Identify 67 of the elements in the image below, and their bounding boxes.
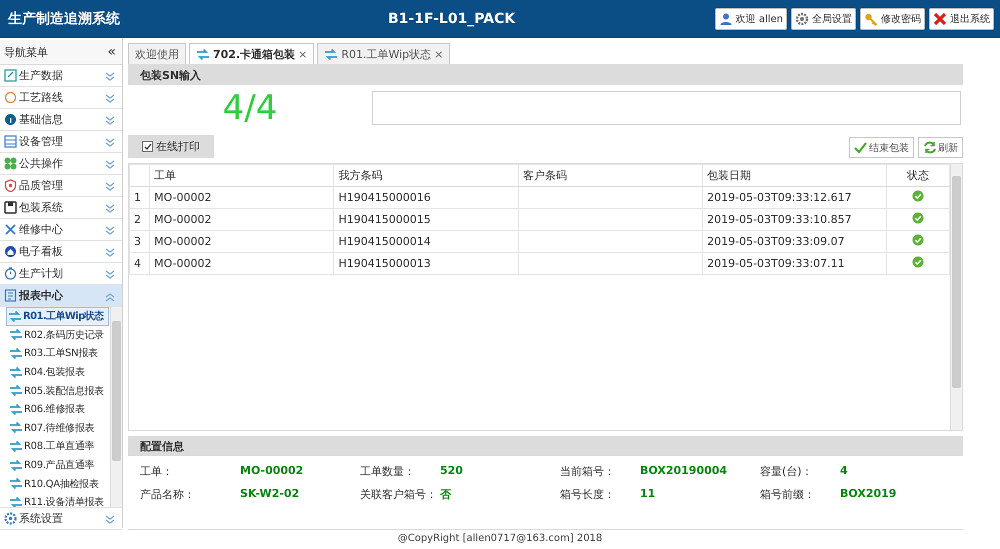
field-value: 520 <box>440 464 464 479</box>
field-value: SK-W2-02 <box>240 487 300 502</box>
panel-header: 包装SN输入 <box>128 65 963 85</box>
table-cell: 2019-05-03T09:33:12.617 <box>702 186 887 208</box>
submenu-item[interactable]: R05.装配信息报表 <box>6 381 109 400</box>
packed-count: 4/4 <box>222 88 278 128</box>
table-cell: 2019-05-03T09:33:07.11 <box>702 252 887 274</box>
field-label: 产品名称： <box>140 487 196 502</box>
row-number: 2 <box>130 208 150 230</box>
field-value: BOX20190004 <box>640 464 728 479</box>
table-cell: H190415000014 <box>334 230 518 252</box>
row-number: 4 <box>130 252 150 274</box>
collapse-sidebar-button[interactable]: « <box>107 44 116 60</box>
submenu-item[interactable]: R07.待维修报表 <box>6 418 109 438</box>
field-label: 箱号前缀： <box>760 487 816 502</box>
table-cell: H190415000013 <box>334 252 518 274</box>
password-button[interactable]: 修改密码 <box>860 8 925 30</box>
field-label: 容量(台)： <box>760 464 814 479</box>
table-cell: 2019-05-03T09:33:09.07 <box>702 230 887 252</box>
row-number: 1 <box>130 186 150 208</box>
column-header: 状态 <box>886 164 950 186</box>
user-button[interactable]: 欢迎 allen <box>714 8 787 30</box>
table-cell: MO-00002 <box>150 208 334 230</box>
field-value: BOX2019 <box>840 487 898 502</box>
tab[interactable]: R01.工单Wip状态 × <box>317 43 450 64</box>
column-header: 客户条码 <box>518 164 703 186</box>
submenu-item[interactable]: R04.包装报表 <box>6 362 109 382</box>
menu-item[interactable]: 报表中心 <box>0 285 122 307</box>
table-cell: H190415000016 <box>334 186 518 208</box>
field-label: 关联客户箱号： <box>360 487 438 502</box>
table-cell: H190415000015 <box>334 208 518 230</box>
submenu-item[interactable]: R10.QA抽检报表 <box>6 474 109 493</box>
row-number: 3 <box>130 230 150 252</box>
copyright-text: @CopyRight [allen0717@163.com] 2018 <box>398 533 602 544</box>
submenu-item[interactable]: R01.工单Wip状态 <box>6 307 109 326</box>
field-label: 当前箱号： <box>560 464 616 479</box>
settings-button[interactable]: 全局设置 <box>791 8 856 30</box>
tab[interactable]: 欢迎使用 <box>128 43 186 64</box>
submenu-item[interactable]: R11.设备清单报表 <box>6 492 109 507</box>
field-label: 工单： <box>140 464 174 479</box>
app-title: 生产制造追溯系统 <box>8 10 121 28</box>
sidebar-title: 导航菜单 <box>4 44 48 60</box>
refresh-button[interactable]: 刷新 <box>918 137 963 158</box>
tab[interactable]: 702.卡通箱包装 × <box>189 43 314 64</box>
logout-button[interactable]: 退出系统 <box>929 8 994 30</box>
table-cell: MO-00002 <box>150 252 334 274</box>
table-cell: MO-00002 <box>150 230 334 252</box>
table-cell: MO-00002 <box>150 186 334 208</box>
submenu-item[interactable]: R09.产品直通率 <box>6 456 109 474</box>
column-header: 包装日期 <box>702 164 887 186</box>
submenu-item[interactable]: R06.维修报表 <box>6 400 109 419</box>
station-title: B1-1F-L01_PACK <box>388 11 516 27</box>
field-value: MO-00002 <box>240 464 304 479</box>
field-label: 工单数量： <box>360 464 416 479</box>
field-label: 箱号长度： <box>560 487 616 502</box>
submenu-item[interactable]: R08.工单直通率 <box>6 437 109 456</box>
field-value: 否 <box>440 487 452 502</box>
finish-packing-button[interactable]: 结束包装 <box>849 137 914 158</box>
online-print-checkbox[interactable]: 在线打印 <box>128 135 214 158</box>
column-header: 工单 <box>150 164 334 186</box>
table-cell: 2019-05-03T09:33:10.857 <box>702 208 887 230</box>
column-header: 我方条码 <box>334 164 518 186</box>
field-value: 4 <box>840 464 849 479</box>
submenu-item[interactable]: R02.条码历史记录 <box>6 326 109 344</box>
panel-header: 配置信息 <box>128 436 963 456</box>
submenu-item[interactable]: R03.工单SN报表 <box>6 344 109 363</box>
field-value: 11 <box>640 487 656 502</box>
